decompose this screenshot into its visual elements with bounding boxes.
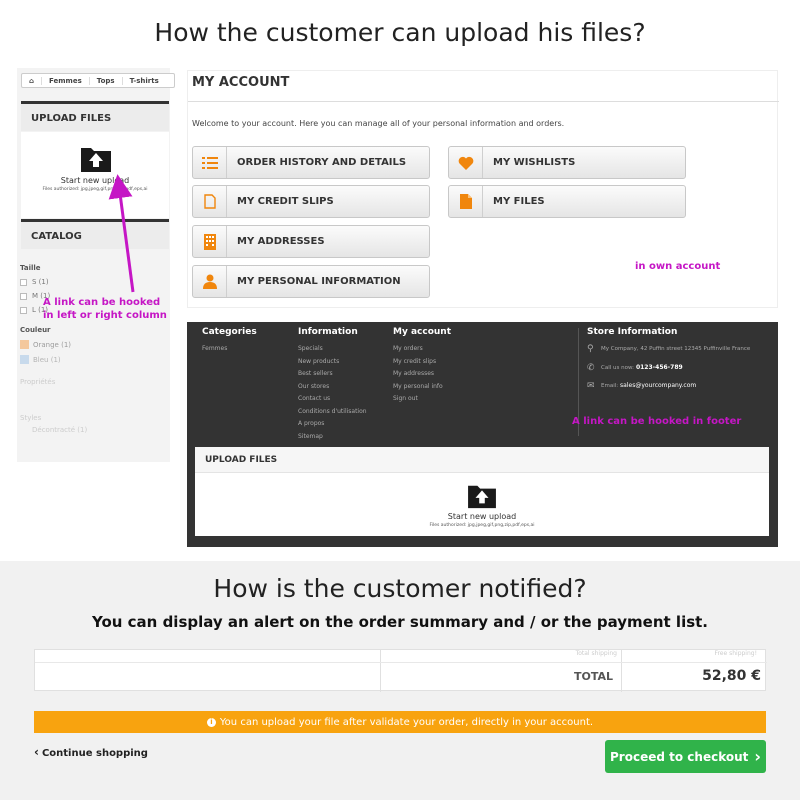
footer-information-title: Information xyxy=(298,327,358,337)
order-summary-table: Total shipping Free shipping! TOTAL 52,8… xyxy=(34,649,767,692)
order-history-button[interactable]: ORDER HISTORY AND DETAILS xyxy=(192,146,430,179)
footer-link[interactable]: Specials xyxy=(298,343,367,356)
total-label: TOTAL xyxy=(573,670,613,683)
notify-question-heading: How is the customer notified? xyxy=(213,574,587,603)
folder-upload-icon[interactable] xyxy=(467,483,497,509)
my-account-panel: MY ACCOUNT Welcome to your account. Here… xyxy=(187,70,779,308)
chevron-left-icon: ‹ xyxy=(34,745,39,759)
document-outline-icon xyxy=(193,186,227,217)
footer-store-title: Store Information xyxy=(587,327,678,337)
store-email[interactable]: sales@yourcompany.com xyxy=(620,380,696,393)
credit-slips-label: MY CREDIT SLIPS xyxy=(237,196,334,207)
footer-categories: Categories Femmes xyxy=(202,327,257,356)
credit-slips-button[interactable]: MY CREDIT SLIPS xyxy=(192,185,430,218)
file-icon xyxy=(449,186,483,217)
footer-files-authorized-text: Files authorized: jpg,jpeg,gif,png,zip,p… xyxy=(429,523,535,528)
store-phone: 0123-456-789 xyxy=(635,363,683,371)
addresses-label: MY ADDRESSES xyxy=(237,236,325,247)
store-phone-prefix: Call us now: xyxy=(601,364,635,371)
annotation-left-column: A link can be hooked in left or right co… xyxy=(43,297,167,321)
addresses-button[interactable]: MY ADDRESSES xyxy=(192,225,430,258)
footer-link[interactable]: My orders xyxy=(393,343,451,356)
chevron-right-icon: › xyxy=(754,747,761,766)
footer-my-account: My account My orders My credit slips My … xyxy=(393,327,451,406)
my-account-title: MY ACCOUNT xyxy=(192,75,290,90)
footer-link[interactable]: My personal info xyxy=(393,381,451,394)
my-files-label: MY FILES xyxy=(493,196,545,207)
continue-shopping-label: Continue shopping xyxy=(41,748,148,759)
upload-alert-text: You can upload your file after validate … xyxy=(219,716,594,728)
total-value: 52,80 € xyxy=(702,668,761,684)
footer-link[interactable]: Conditions d'utilisation xyxy=(298,406,367,419)
arrow-left-column xyxy=(108,174,135,293)
footer-upload-block: UPLOAD FILES Start new upload Files auth… xyxy=(195,447,769,536)
footer-link[interactable]: A propos xyxy=(298,418,367,431)
continue-shopping-link[interactable]: ‹ Continue shopping xyxy=(34,745,148,759)
annotation-account: in own account xyxy=(635,261,721,272)
proceed-to-checkout-button[interactable]: Proceed to checkout › xyxy=(605,740,766,773)
footer-store-info: Store Information ⚲ My Company, 42 Puffin… xyxy=(587,327,750,393)
my-files-button[interactable]: MY FILES xyxy=(448,185,686,218)
footer-upload-title: UPLOAD FILES xyxy=(195,447,769,473)
footer-link[interactable]: Best sellers xyxy=(298,368,367,381)
footer-link[interactable]: Sign out xyxy=(393,393,451,406)
footer-start-upload-link[interactable]: Start new upload xyxy=(195,512,769,521)
footer-account-title: My account xyxy=(393,327,451,337)
footer-categories-title: Categories xyxy=(202,327,257,337)
total-shipping-label: Total shipping xyxy=(575,650,617,657)
footer-link[interactable]: Femmes xyxy=(202,343,257,356)
store-address: My Company, 42 Puffin street 12345 Puffi… xyxy=(601,346,751,352)
footer-link[interactable]: My addresses xyxy=(393,368,451,381)
info-icon: i xyxy=(206,717,216,727)
account-welcome-text: Welcome to your account. Here you can ma… xyxy=(192,119,565,128)
total-shipping-value: Free shipping! xyxy=(714,650,757,657)
map-pin-icon: ⚲ xyxy=(587,344,594,354)
footer-information: Information Specials New products Best s… xyxy=(298,327,367,443)
order-history-label: ORDER HISTORY AND DETAILS xyxy=(237,157,407,168)
phone-icon: ✆ xyxy=(587,362,595,373)
footer-panel: Categories Femmes Information Specials N… xyxy=(187,322,778,547)
footer-link[interactable]: Sitemap xyxy=(298,431,367,444)
user-icon xyxy=(193,266,227,297)
notify-subheading: You can display an alert on the order su… xyxy=(91,613,709,631)
annotation-footer: A link can be hooked in footer xyxy=(572,416,742,427)
store-email-prefix: Email: xyxy=(601,383,619,389)
proceed-to-checkout-label: Proceed to checkout xyxy=(610,749,749,764)
footer-link[interactable]: Our stores xyxy=(298,381,367,394)
wishlists-label: MY WISHLISTS xyxy=(493,157,576,168)
personal-information-label: MY PERSONAL INFORMATION xyxy=(237,276,401,287)
wishlists-button[interactable]: MY WISHLISTS xyxy=(448,146,686,179)
heart-icon xyxy=(449,147,483,178)
mail-icon: ✉ xyxy=(587,381,595,391)
building-icon xyxy=(193,226,227,257)
footer-link[interactable]: New products xyxy=(298,356,367,369)
personal-information-button[interactable]: MY PERSONAL INFORMATION xyxy=(192,265,430,298)
footer-link[interactable]: My credit slips xyxy=(393,356,451,369)
upload-alert: i You can upload your file after validat… xyxy=(34,711,766,733)
list-icon xyxy=(193,147,227,178)
footer-link[interactable]: Contact us xyxy=(298,393,367,406)
